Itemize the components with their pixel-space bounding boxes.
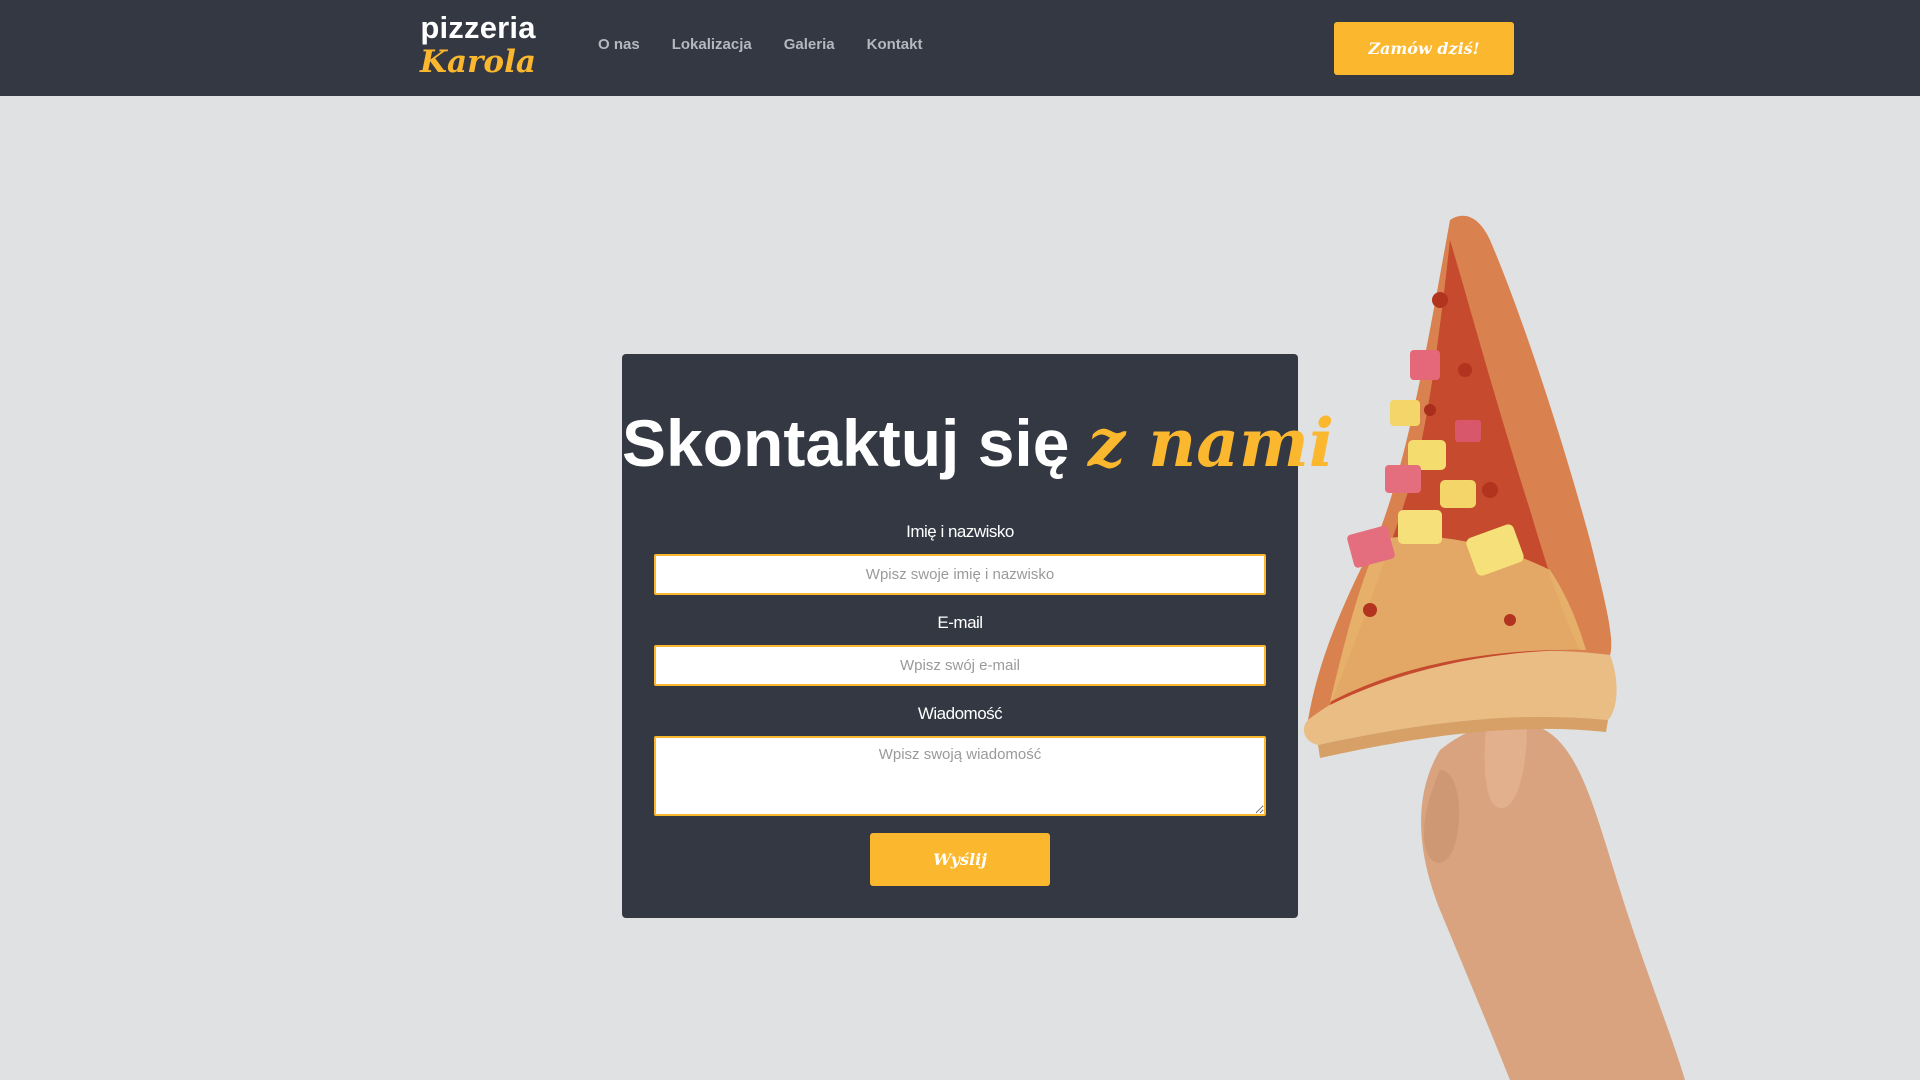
nav-link-lokalizacja[interactable]: Lokalizacja [672, 36, 752, 53]
email-input[interactable] [654, 645, 1266, 686]
pizza-slice-image [1303, 215, 1685, 1080]
send-button[interactable]: Wyślij [870, 833, 1050, 886]
nav-link-o-nas[interactable]: O nas [598, 36, 640, 53]
name-input[interactable] [654, 554, 1266, 595]
main-nav: O nas Lokalizacja Galeria Kontakt [598, 36, 954, 53]
name-label: Imię i nazwisko [906, 522, 1014, 541]
order-today-button[interactable]: Zamów dziś! [1334, 22, 1514, 75]
navbar: pizzeria Karola O nas Lokalizacja Galeri… [0, 0, 1920, 96]
contact-title: Skontaktuj się z nami [622, 410, 1334, 476]
contact-title-accent: z nami [1087, 404, 1334, 482]
message-textarea[interactable] [654, 736, 1266, 816]
message-label: Wiadomość [917, 704, 1003, 723]
contact-form-card: Skontaktuj się z nami Imię i nazwisko E-… [622, 354, 1334, 918]
email-label: E-mail [937, 613, 983, 632]
logo[interactable]: pizzeria Karola [418, 12, 538, 78]
nav-link-kontakt[interactable]: Kontakt [867, 36, 923, 53]
logo-text-karola: Karola [420, 44, 536, 80]
contact-title-main: Skontaktuj się [622, 406, 1070, 480]
nav-link-galeria[interactable]: Galeria [784, 36, 835, 53]
logo-text-pizzeria: pizzeria [420, 10, 536, 45]
